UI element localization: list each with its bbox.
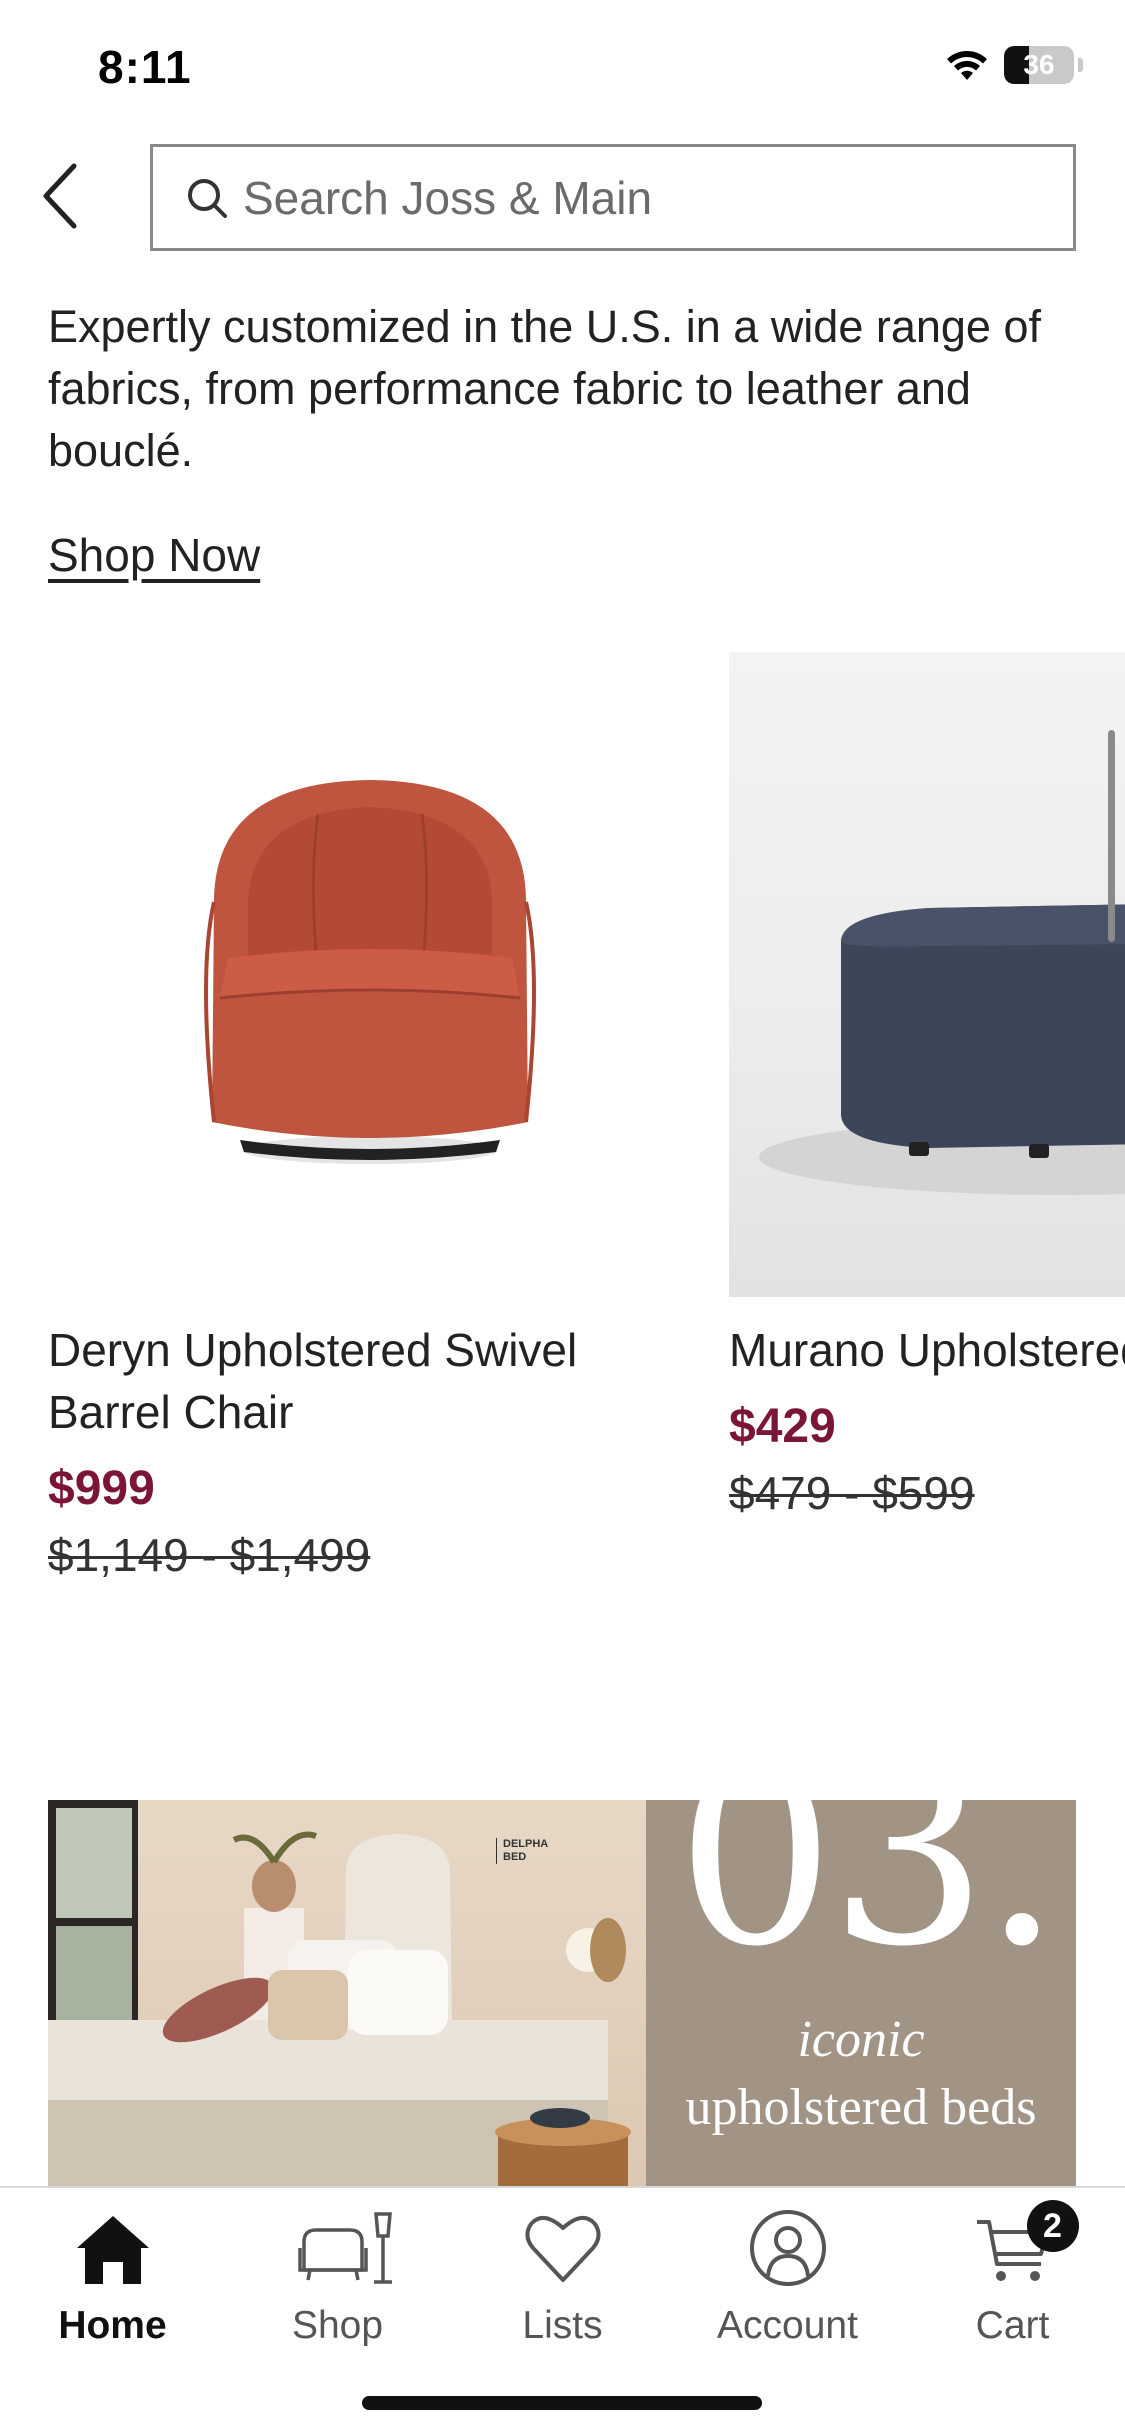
- product-card[interactable]: Murano Upholstered $429 $479 - $599: [729, 652, 1125, 1520]
- product-price: $999: [48, 1462, 155, 1515]
- account-icon: [746, 2206, 830, 2290]
- home-icon: [71, 2206, 155, 2290]
- bedroom-photo: DELPHA BED: [48, 1800, 646, 2190]
- home-indicator[interactable]: [362, 2396, 762, 2410]
- product-price: $429: [729, 1400, 836, 1453]
- cart-icon: 2: [971, 2200, 1079, 2290]
- search-box[interactable]: [150, 144, 1076, 251]
- tab-account[interactable]: Account: [675, 2200, 900, 2360]
- product-original-price: $1,149 - $1,499: [48, 1529, 371, 1581]
- status-time: 8:11: [98, 41, 192, 93]
- tab-label: Shop: [291, 2304, 384, 2347]
- product-original-price: $479 - $599: [729, 1467, 975, 1519]
- banner-number: 03.: [676, 1800, 1062, 2001]
- product-card[interactable]: Deryn Upholstered Swivel Barrel Chair $9…: [48, 652, 690, 1582]
- barrel-chair-image: [204, 780, 536, 1164]
- heart-icon: [521, 2206, 605, 2290]
- product-image[interactable]: [48, 652, 690, 1297]
- shop-now-link[interactable]: Shop Now: [48, 528, 260, 582]
- status-bar: 8:11 36: [0, 0, 1125, 140]
- tab-label: Cart: [975, 2304, 1050, 2347]
- product-name[interactable]: Deryn Upholstered Swivel Barrel Chair: [48, 1319, 688, 1443]
- tab-label: Account: [717, 2304, 858, 2347]
- tab-label: Lists: [522, 2304, 603, 2347]
- battery-icon: 36: [1004, 46, 1074, 84]
- ottoman-image: [759, 904, 1125, 1195]
- tab-shop[interactable]: Shop: [225, 2200, 450, 2360]
- search-icon: [188, 178, 227, 218]
- promo-description: Expertly customized in the U.S. in a wid…: [48, 301, 1041, 476]
- product-name[interactable]: Murano Upholstered: [729, 1319, 1125, 1381]
- battery-level: 36: [1023, 49, 1055, 80]
- chevron-left-icon: [43, 163, 77, 229]
- banner-tag-line1: DELPHA: [503, 1838, 549, 1850]
- cart-count-badge: 2: [1026, 2200, 1079, 2252]
- battery-cap: [1078, 58, 1083, 72]
- tab-lists[interactable]: Lists: [450, 2200, 675, 2360]
- tab-label: Home: [58, 2304, 167, 2347]
- horizontal-scroll-indicator: [1108, 730, 1115, 942]
- status-icons: 36: [944, 46, 1083, 84]
- tab-cart[interactable]: 2 Cart: [900, 2200, 1125, 2360]
- banner-tag-line2: BED: [503, 1851, 527, 1863]
- wifi-icon: [947, 51, 987, 80]
- banner-product-tag: DELPHA BED: [496, 1838, 548, 1864]
- banner-text-panel: 03. iconic upholstered beds: [646, 1800, 1076, 2190]
- bed-illustration: [48, 1800, 631, 2190]
- banner-subtitle-line1: iconic: [797, 2011, 925, 2068]
- tab-home[interactable]: Home: [0, 2200, 225, 2360]
- furniture-icon: [296, 2206, 392, 2290]
- search-input[interactable]: [243, 170, 1063, 225]
- back-button[interactable]: [30, 156, 90, 236]
- banner-subtitle-line2: upholstered beds: [685, 2079, 1037, 2136]
- promo-banner[interactable]: DELPHA BED 03. iconic upholstered beds: [48, 1800, 1076, 2190]
- product-image[interactable]: [729, 652, 1125, 1297]
